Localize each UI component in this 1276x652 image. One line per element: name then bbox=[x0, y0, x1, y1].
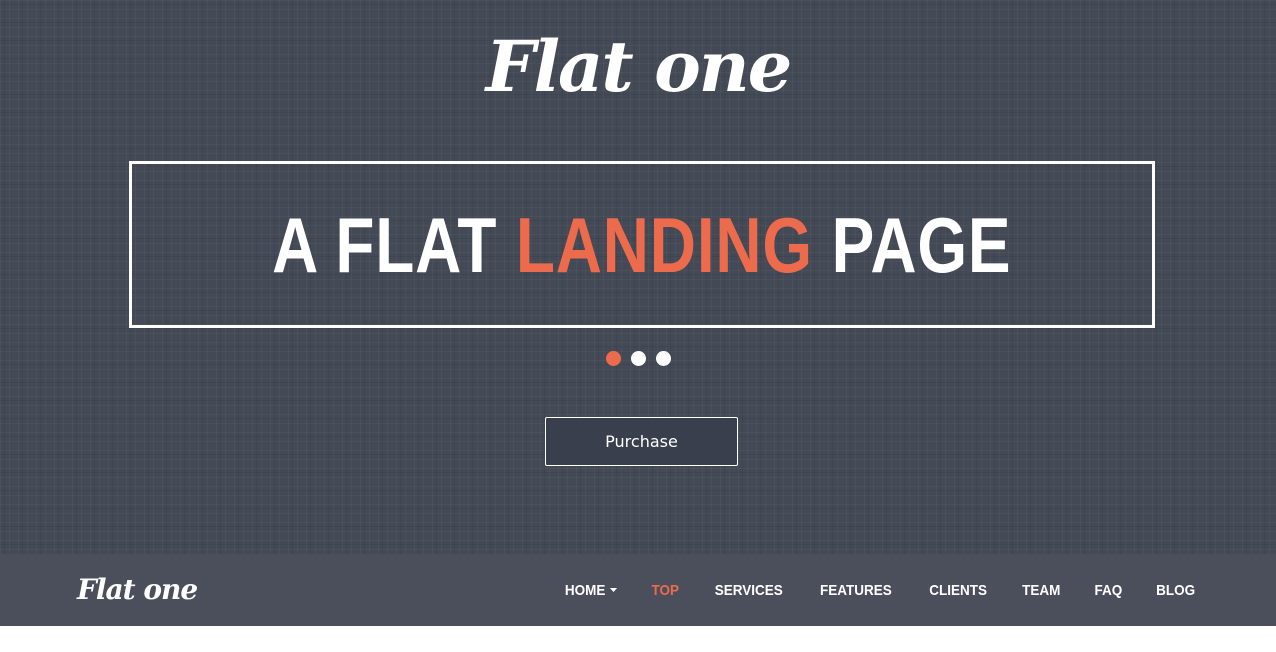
nav-item-top-label: TOP bbox=[651, 581, 680, 599]
headline-part-1: A FLAT bbox=[272, 200, 517, 289]
nav-item-blog-label: BLOG bbox=[1155, 581, 1195, 599]
headline-frame: A FLAT LANDING PAGE bbox=[129, 161, 1155, 328]
nav-item-home-label: HOME bbox=[565, 581, 606, 599]
caret-down-icon bbox=[610, 588, 618, 592]
nav-item-home[interactable]: HOME bbox=[565, 581, 618, 599]
nav-item-faq-label: FAQ bbox=[1094, 581, 1123, 599]
nav-item-services[interactable]: SERVICES bbox=[715, 582, 783, 599]
nav-item-services-label: SERVICES bbox=[714, 581, 783, 599]
nav-item-features-label: FEATURES bbox=[820, 581, 893, 599]
hero-logo: Flat one bbox=[485, 25, 792, 108]
nav-item-features[interactable]: FEATURES bbox=[820, 582, 892, 599]
slider-dots bbox=[0, 351, 1276, 366]
nav-item-clients[interactable]: CLIENTS bbox=[929, 582, 987, 599]
headline-accent: LANDING bbox=[516, 200, 814, 289]
purchase-button[interactable]: Purchase bbox=[545, 417, 738, 466]
nav-menu: HOME TOP SERVICES FEATURES CLIENTS TEAM … bbox=[562, 554, 1197, 626]
slider-dot-2[interactable] bbox=[630, 351, 646, 366]
nav-item-team-label: TEAM bbox=[1022, 581, 1061, 599]
navbar: Flat one HOME TOP SERVICES FEATURES CLIE… bbox=[0, 554, 1276, 626]
headline-part-2: PAGE bbox=[813, 200, 1012, 289]
nav-item-clients-label: CLIENTS bbox=[929, 581, 988, 599]
slider-dot-1[interactable] bbox=[605, 351, 621, 366]
slider-dot-3[interactable] bbox=[655, 351, 671, 366]
nav-item-team[interactable]: TEAM bbox=[1022, 582, 1060, 599]
nav-item-faq[interactable]: FAQ bbox=[1094, 582, 1122, 599]
nav-item-top[interactable]: TOP bbox=[652, 582, 680, 599]
navbar-logo[interactable]: Flat one bbox=[77, 570, 198, 610]
headline: A FLAT LANDING PAGE bbox=[272, 205, 1011, 285]
hero-section: Flat one A FLAT LANDING PAGE Purchase bbox=[0, 0, 1276, 554]
nav-item-blog[interactable]: BLOG bbox=[1156, 582, 1195, 599]
